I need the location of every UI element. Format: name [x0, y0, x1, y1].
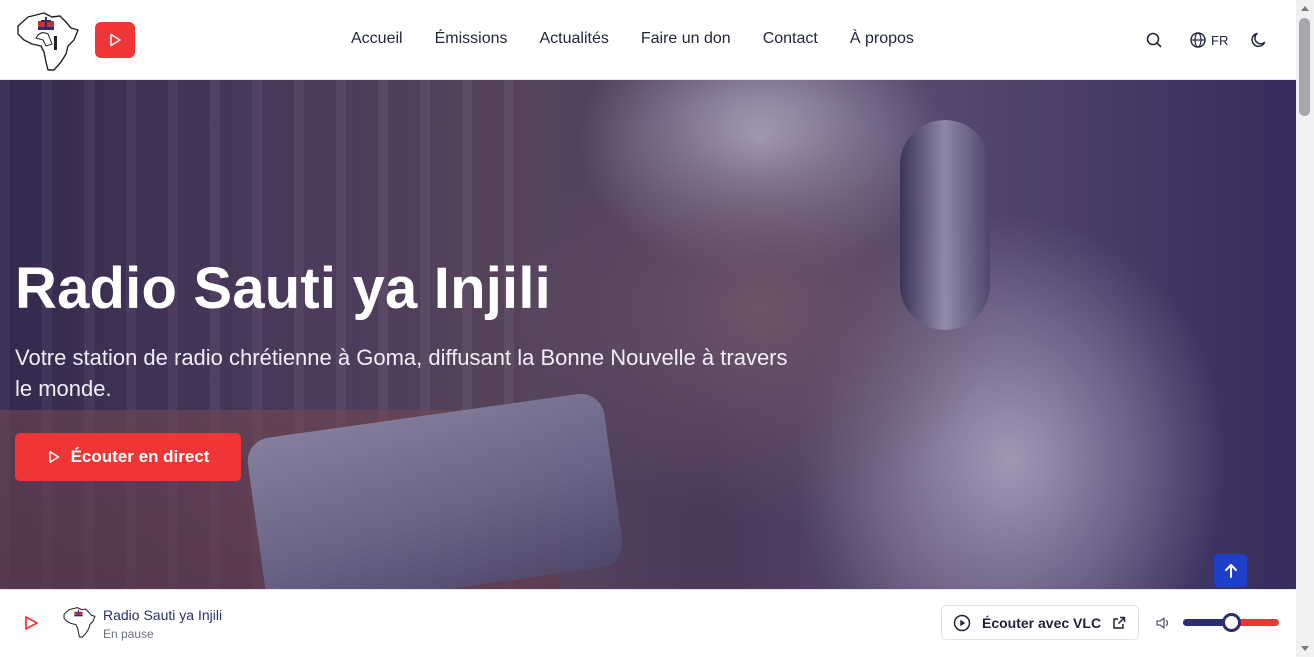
- arrow-up-icon: [1224, 563, 1237, 578]
- language-label: FR: [1211, 32, 1229, 48]
- nav-item-actualites[interactable]: Actualités: [539, 30, 608, 48]
- listen-live-button[interactable]: Écouter en direct: [15, 433, 241, 481]
- audio-player-bar: Radio Sauti ya Injili En pause Écouter a…: [0, 589, 1296, 657]
- language-switcher[interactable]: FR: [1189, 30, 1228, 50]
- listen-live-label: Écouter en direct: [70, 447, 210, 466]
- search-button[interactable]: [1144, 30, 1164, 50]
- volume-icon[interactable]: [1154, 614, 1172, 632]
- page: Accueil Émissions Actualités Faire un do…: [0, 0, 1296, 657]
- volume-slider-thumb[interactable]: [1221, 613, 1241, 632]
- volume-slider[interactable]: [1183, 613, 1279, 632]
- listen-with-vlc-label: Écouter avec VLC: [982, 614, 1102, 631]
- youtube-button[interactable]: [95, 22, 135, 58]
- station-name: Radio Sauti ya Injili: [103, 607, 223, 623]
- scroll-to-top-button[interactable]: [1214, 554, 1247, 587]
- page-scrollbar[interactable]: [1296, 0, 1314, 657]
- playback-status: En pause: [103, 627, 154, 641]
- scroll-down-arrow-icon[interactable]: [1301, 646, 1309, 651]
- external-link-icon: [1113, 616, 1126, 629]
- nav-item-a-propos[interactable]: À propos: [850, 30, 914, 48]
- play-icon: [48, 451, 59, 463]
- station-logo: [62, 604, 96, 640]
- main-nav: Accueil Émissions Actualités Faire un do…: [351, 30, 914, 48]
- nav-item-contact[interactable]: Contact: [763, 30, 818, 48]
- nav-item-faire-un-don[interactable]: Faire un don: [641, 30, 731, 48]
- site-header: Accueil Émissions Actualités Faire un do…: [0, 0, 1296, 80]
- theme-toggle-button[interactable]: [1249, 30, 1269, 50]
- play-icon: [25, 616, 38, 630]
- hero-subtitle: Votre station de radio chrétienne à Goma…: [15, 345, 788, 401]
- nav-item-emissions[interactable]: Émissions: [435, 30, 508, 48]
- scrollbar-thumb[interactable]: [1299, 18, 1310, 116]
- hero-overlay: [0, 80, 1296, 589]
- moon-icon: [1251, 32, 1266, 48]
- scroll-up-arrow-icon[interactable]: [1301, 6, 1309, 11]
- player-play-button[interactable]: [20, 612, 42, 634]
- listen-with-vlc-button[interactable]: Écouter avec VLC: [941, 605, 1139, 640]
- nav-item-accueil[interactable]: Accueil: [351, 30, 403, 48]
- hero-title: Radio Sauti ya Injili: [15, 256, 551, 321]
- play-icon: [110, 33, 121, 47]
- globe-icon: [1190, 32, 1206, 48]
- play-circle-icon: [953, 614, 971, 631]
- search-icon: [1146, 32, 1162, 48]
- hero-banner: Radio Sauti ya Injili Votre station de r…: [0, 80, 1296, 589]
- africa-map-logo[interactable]: [14, 8, 80, 74]
